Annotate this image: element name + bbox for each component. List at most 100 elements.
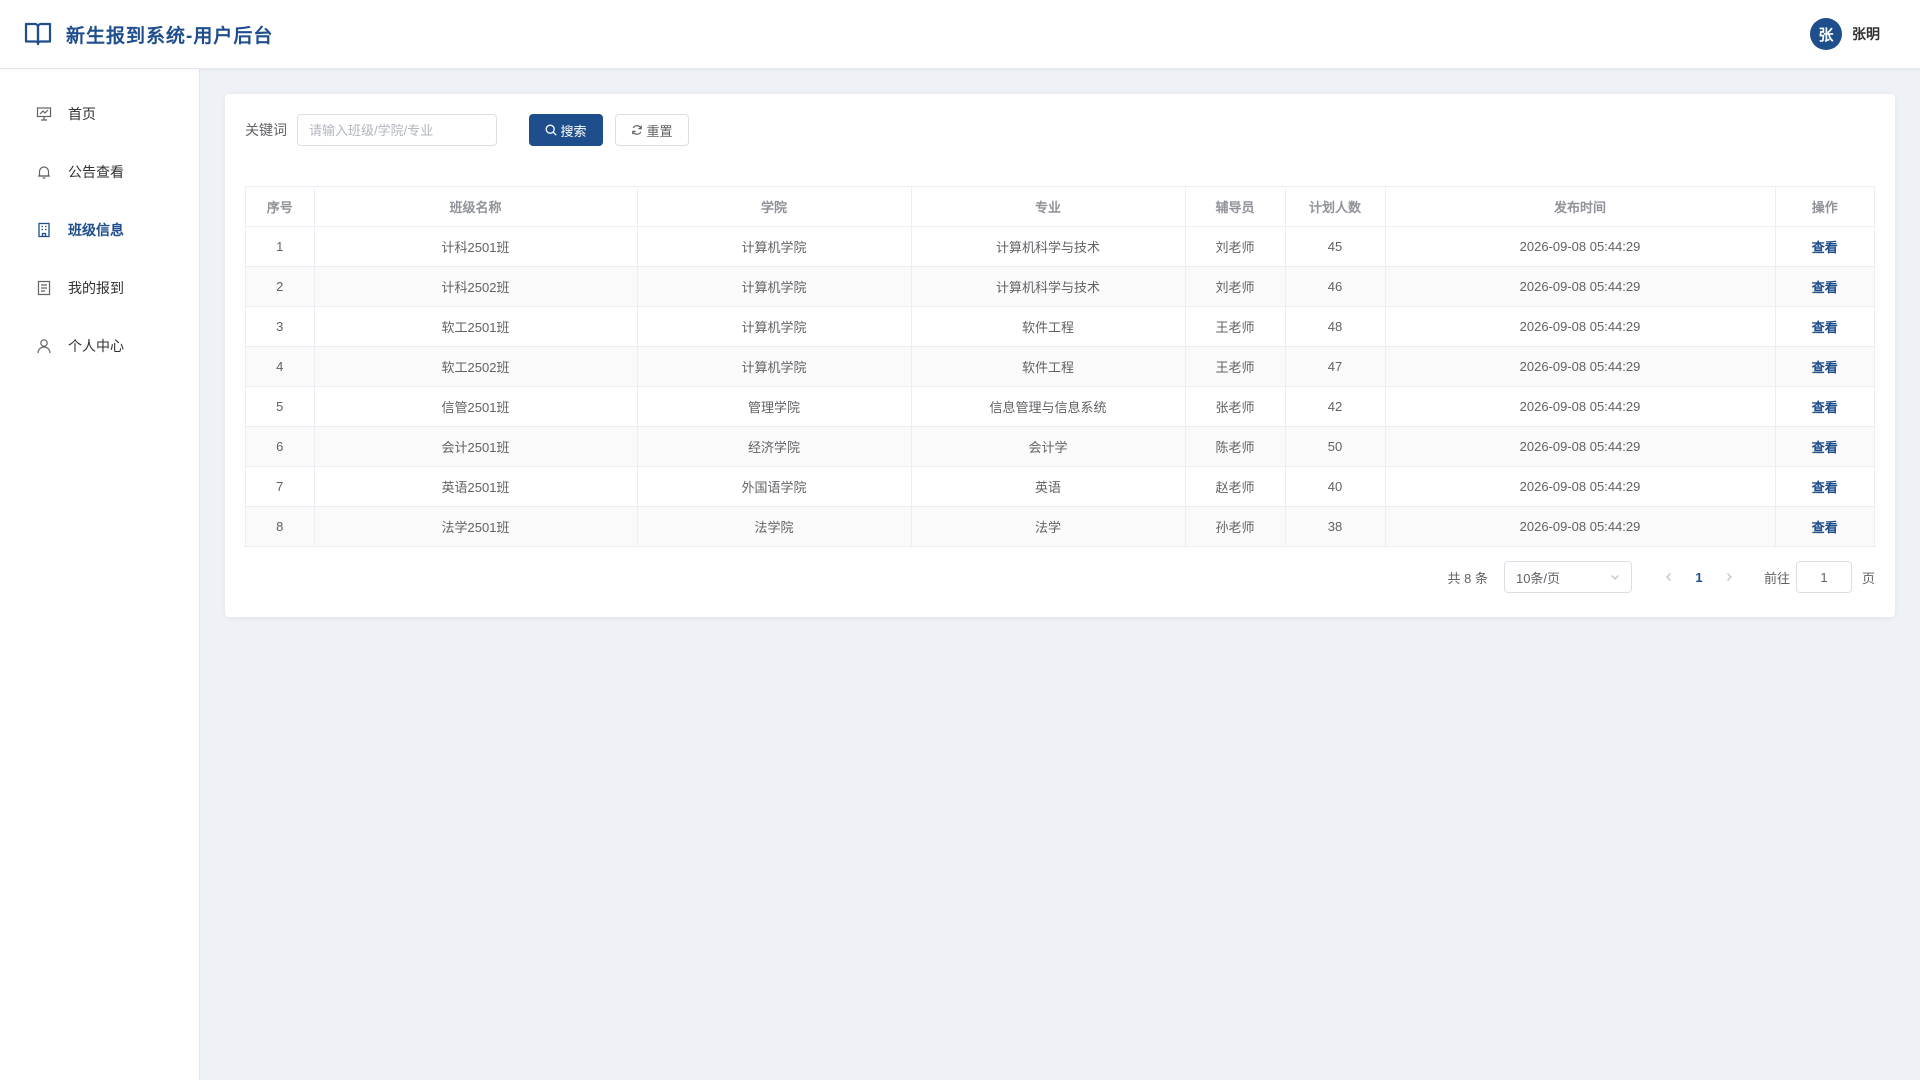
table-cell: 2026-09-08 05:44:29: [1385, 346, 1776, 387]
sidebar-item-home[interactable]: 首页: [0, 85, 199, 143]
table-cell: 经济学院: [637, 426, 912, 467]
avatar[interactable]: 张: [1810, 18, 1842, 50]
table-row: 2 计科2502班 计算机学院 计算机科学与技术 刘老师 46 2026-09-…: [246, 266, 1874, 307]
sidebar: 首页 公告查看 班级信息 我的报到 个人中心: [0, 69, 200, 1080]
goto-page-input[interactable]: [1795, 561, 1852, 593]
table-cell: 2026-09-08 05:44:29: [1385, 506, 1776, 546]
table-cell: 46: [1285, 266, 1386, 307]
reset-button[interactable]: 重置: [615, 114, 689, 146]
table-cell: 软工2501班: [314, 306, 638, 347]
open-book-icon: [24, 21, 52, 47]
table-cell: 外国语学院: [637, 466, 912, 507]
table-cell: 英语: [911, 466, 1186, 507]
table-cell: 47: [1285, 346, 1386, 387]
table-header-row: 序号 班级名称 学院 专业 辅导员 计划人数 发布时间 操作: [246, 187, 1874, 227]
sidebar-item-class-info[interactable]: 班级信息: [0, 201, 199, 259]
table-cell: 45: [1285, 226, 1386, 267]
prev-page-button[interactable]: [1654, 561, 1684, 593]
table-cell: 计算机学院: [637, 266, 912, 307]
page-number-current[interactable]: 1: [1684, 570, 1714, 585]
table-cell: 2026-09-08 05:44:29: [1385, 426, 1776, 467]
table-row: 1 计科2501班 计算机学院 计算机科学与技术 刘老师 45 2026-09-…: [246, 226, 1874, 267]
page-size-select[interactable]: 10条/页: [1503, 561, 1632, 593]
action-cell: 查看: [1775, 226, 1874, 267]
table-cell: 会计学: [911, 426, 1186, 467]
page-size-value: 10条/页: [1515, 570, 1561, 586]
table-cell: 赵老师: [1185, 466, 1286, 507]
table-cell: 法学: [911, 506, 1186, 546]
table-cell: 计算机科学与技术: [911, 266, 1186, 307]
table-row: 4 软工2502班 计算机学院 软件工程 王老师 47 2026-09-08 0…: [246, 346, 1874, 387]
table-cell: 王老师: [1185, 306, 1286, 347]
table-cell: 信管2501班: [314, 386, 638, 427]
building-icon: [36, 222, 52, 238]
table-cell: 计科2502班: [314, 266, 638, 307]
table-cell: 刘老师: [1185, 266, 1286, 307]
table-cell: 6: [246, 426, 315, 467]
table-cell: 计算机学院: [637, 346, 912, 387]
table-cell: 张老师: [1185, 386, 1286, 427]
table-cell: 2026-09-08 05:44:29: [1385, 386, 1776, 427]
table-cell: 38: [1285, 506, 1386, 546]
user-icon: [36, 338, 52, 354]
user-name[interactable]: 张明: [1852, 24, 1880, 44]
search-button-label: 搜索: [560, 123, 587, 139]
sidebar-item-my-registration[interactable]: 我的报到: [0, 259, 199, 317]
next-page-button[interactable]: [1714, 561, 1744, 593]
presentation-board-icon: [36, 106, 52, 122]
sidebar-item-profile[interactable]: 个人中心: [0, 317, 199, 375]
table-cell: 计算机学院: [637, 306, 912, 347]
column-header: 学院: [637, 187, 912, 227]
chevron-right-icon: [1727, 573, 1732, 581]
class-info-card: 关键词 搜索 重置: [225, 94, 1895, 617]
table-cell: 计算机学院: [637, 226, 912, 267]
table-cell: 陈老师: [1185, 426, 1286, 467]
table-cell: 2026-09-08 05:44:29: [1385, 306, 1776, 347]
table-cell: 1: [246, 226, 315, 267]
column-header: 操作: [1775, 187, 1874, 227]
document-icon: [36, 280, 52, 296]
table-cell: 软工2502班: [314, 346, 638, 387]
column-header: 班级名称: [314, 187, 638, 227]
chevron-down-icon: [1609, 571, 1621, 583]
table-cell: 软件工程: [911, 306, 1186, 347]
pagination: 共 8 条 10条/页 1 前往 页: [1447, 561, 1875, 593]
table-cell: 2026-09-08 05:44:29: [1385, 466, 1776, 507]
class-table: 序号 班级名称 学院 专业 辅导员 计划人数 发布时间 操作 1 计科2501班…: [245, 186, 1875, 547]
refresh-icon: [631, 124, 643, 136]
keyword-label: 关键词: [245, 122, 287, 138]
search-button[interactable]: 搜索: [529, 114, 603, 146]
view-link[interactable]: 查看: [1812, 520, 1838, 535]
table-cell: 会计2501班: [314, 426, 638, 467]
view-link[interactable]: 查看: [1812, 400, 1838, 415]
sidebar-item-label: 个人中心: [68, 338, 124, 354]
view-link[interactable]: 查看: [1812, 480, 1838, 495]
view-link[interactable]: 查看: [1812, 240, 1838, 255]
table-row: 8 法学2501班 法学院 法学 孙老师 38 2026-09-08 05:44…: [246, 506, 1874, 546]
view-link[interactable]: 查看: [1812, 280, 1838, 295]
table-cell: 5: [246, 386, 315, 427]
view-link[interactable]: 查看: [1812, 360, 1838, 375]
table-cell: 英语2501班: [314, 466, 638, 507]
table-cell: 王老师: [1185, 346, 1286, 387]
sidebar-item-announcements[interactable]: 公告查看: [0, 143, 199, 201]
action-cell: 查看: [1775, 346, 1874, 387]
sidebar-item-label: 公告查看: [68, 164, 124, 180]
user-menu[interactable]: 张 张明: [1810, 18, 1880, 50]
action-cell: 查看: [1775, 426, 1874, 467]
table-cell: 42: [1285, 386, 1386, 427]
view-link[interactable]: 查看: [1812, 320, 1838, 335]
action-cell: 查看: [1775, 306, 1874, 347]
table-cell: 管理学院: [637, 386, 912, 427]
keyword-search-input[interactable]: [297, 114, 497, 146]
table-cell: 计科2501班: [314, 226, 638, 267]
table-row: 5 信管2501班 管理学院 信息管理与信息系统 张老师 42 2026-09-…: [246, 386, 1874, 427]
action-cell: 查看: [1775, 506, 1874, 546]
bell-icon: [36, 164, 52, 180]
table-row: 6 会计2501班 经济学院 会计学 陈老师 50 2026-09-08 05:…: [246, 426, 1874, 467]
search-icon: [545, 124, 558, 136]
table-cell: 48: [1285, 306, 1386, 347]
brand: 新生报到系统-用户后台: [24, 21, 273, 48]
view-link[interactable]: 查看: [1812, 440, 1838, 455]
total-count: 共 8 条: [1447, 570, 1488, 586]
